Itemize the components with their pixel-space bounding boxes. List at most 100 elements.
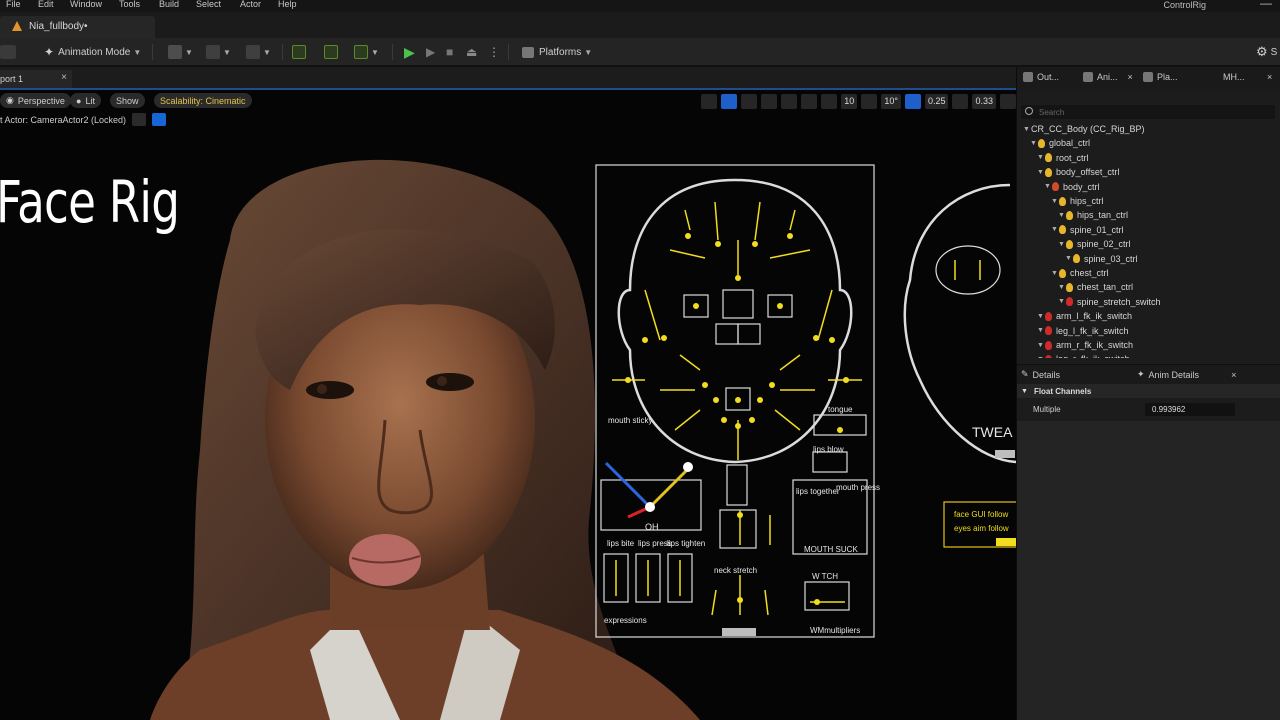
menu-select[interactable]: Select (196, 0, 221, 9)
tree-item[interactable]: ▼ body_offset_ctrl (1037, 165, 1119, 179)
close-icon[interactable]: × (1267, 72, 1272, 82)
rotation-snap-icon[interactable] (861, 93, 878, 109)
save-icon[interactable] (0, 43, 16, 61)
tree-item[interactable]: ▼ spine_stretch_switch (1058, 295, 1161, 309)
step-icon[interactable]: ▶ (426, 43, 435, 61)
scale-icon[interactable] (761, 93, 778, 109)
tree-item[interactable]: ▼ hips_tan_ctrl (1058, 208, 1128, 222)
tree-item[interactable]: ▼ chest_ctrl (1051, 266, 1109, 280)
tree-item[interactable]: ▼ leg_l_fk_ik_switch (1037, 324, 1129, 338)
debug-button[interactable]: ▼ (354, 43, 379, 61)
tree-item[interactable]: ▼ global_ctrl (1030, 136, 1090, 150)
menu-actor[interactable]: Actor (240, 0, 261, 9)
rig-label-neck-stretch: neck stretch (714, 566, 757, 575)
tab-anim-details[interactable]: ✦ Anim Details × (1137, 369, 1236, 380)
show-label: Show (116, 95, 139, 106)
eject-icon[interactable]: ⏏ (466, 43, 477, 61)
cinematics-button[interactable]: ▼ (246, 43, 271, 61)
viewport-layout-icon[interactable] (1000, 93, 1016, 109)
tab-outliner[interactable]: Out... (1023, 72, 1059, 82)
select-icon[interactable] (701, 93, 718, 109)
blueprint-button[interactable]: ▼ (206, 43, 231, 61)
platforms-dropdown[interactable]: Platforms ▼ (522, 43, 592, 61)
settings-button[interactable]: ⚙ S (1256, 43, 1277, 61)
control-icon (1038, 138, 1045, 148)
tab-animation-outliner[interactable]: Ani... × (1083, 72, 1133, 82)
tree-item[interactable]: ▼ body_ctrl (1044, 180, 1100, 194)
scalability-warning[interactable]: Scalability: Cinematic (154, 93, 252, 108)
tree-expand-icon[interactable]: ▼ (1051, 270, 1059, 277)
simulation-button[interactable] (324, 43, 338, 61)
tree-expand-icon[interactable]: ▼ (1037, 356, 1045, 358)
menu-edit[interactable]: Edit (38, 0, 54, 9)
tree-expand-icon[interactable]: ▼ (1051, 226, 1059, 233)
close-icon[interactable]: × (1231, 370, 1236, 380)
grid-snap-icon[interactable] (821, 93, 838, 109)
play-icon[interactable]: ▶ (404, 43, 415, 61)
multiple-value-field[interactable]: 0.993962 (1145, 403, 1235, 416)
tree-item[interactable]: ▼ root_ctrl (1037, 151, 1089, 165)
viewport-tab[interactable]: port 1 × (0, 70, 72, 89)
rotation-snap-value[interactable]: 10° (881, 93, 901, 109)
tree-item[interactable]: ▼ chest_tan_ctrl (1058, 280, 1133, 294)
tree-item[interactable]: ▼ spine_01_ctrl (1051, 223, 1124, 237)
tab-metahuman[interactable]: MH... (1223, 72, 1245, 82)
stop-icon[interactable]: ■ (446, 43, 453, 61)
level-viewport[interactable]: mouth sticky tongue lips blow OH lips to… (0, 90, 1016, 720)
surface-snap-icon[interactable] (801, 93, 818, 109)
tree-expand-icon[interactable]: ▼ (1037, 169, 1045, 176)
menu-help[interactable]: Help (278, 0, 297, 9)
compile-button[interactable] (292, 43, 306, 61)
tree-item[interactable]: ▼ arm_l_fk_ik_switch (1037, 309, 1132, 323)
tab-details[interactable]: ✎ Details (1021, 369, 1060, 380)
animation-mode-dropdown[interactable]: ✦ Animation Mode ▼ (44, 43, 141, 61)
tree-expand-icon[interactable]: ▼ (1037, 327, 1045, 334)
rotate-icon[interactable] (741, 93, 758, 109)
tree-expand-icon[interactable]: ▼ (1058, 212, 1066, 219)
minimize-icon[interactable]: — (1260, 0, 1272, 10)
tree-expand-icon[interactable]: ▼ (1037, 342, 1045, 349)
tab-place-actors[interactable]: Pla... (1143, 72, 1178, 82)
tree-item[interactable]: ▼ arm_r_fk_ik_switch (1037, 338, 1133, 352)
outliner-search-input[interactable]: Search (1021, 105, 1275, 119)
more-options-icon[interactable]: ⋮ (488, 43, 500, 61)
translate-icon[interactable] (721, 93, 738, 109)
menu-tools[interactable]: Tools (119, 0, 140, 9)
menu-window[interactable]: Window (70, 0, 102, 9)
tree-expand-icon[interactable]: ▼ (1058, 241, 1066, 248)
menu-build[interactable]: Build (159, 0, 179, 9)
tree-expand-icon[interactable]: ▼ (1037, 313, 1045, 320)
add-content-button[interactable]: ▼ (168, 43, 193, 61)
tab-details-label: Details (1032, 369, 1061, 380)
tree-expand-icon[interactable]: ▼ (1023, 126, 1031, 133)
tree-expand-icon[interactable]: ▼ (1058, 298, 1066, 305)
perspective-dropdown[interactable]: ◉ Perspective (0, 93, 71, 108)
tree-expand-icon[interactable]: ▼ (1037, 154, 1045, 161)
camera-lock-icon[interactable] (152, 113, 167, 126)
scale-snap-value[interactable]: 0.25 (924, 93, 949, 109)
platforms-label: Platforms (539, 46, 582, 58)
tree-expand-icon[interactable]: ▼ (1058, 284, 1066, 291)
grid-snap-value[interactable]: 10 (841, 93, 858, 109)
tree-expand-icon[interactable]: ▼ (1044, 183, 1052, 190)
scale-snap-icon[interactable] (904, 93, 921, 109)
document-tab[interactable]: Nia_fullbody• (0, 16, 155, 38)
tree-item[interactable]: ▼ hips_ctrl (1051, 194, 1104, 208)
eject-pilot-icon[interactable] (132, 113, 147, 126)
camera-speed-value[interactable]: 0.33 (972, 93, 996, 109)
close-icon[interactable]: × (1128, 72, 1133, 82)
tree-expand-icon[interactable]: ▼ (1051, 198, 1059, 205)
close-icon[interactable]: × (61, 72, 67, 83)
tree-item[interactable]: ▼ leg_r_fk_ik_switch (1037, 352, 1130, 358)
tree-expand-icon[interactable]: ▼ (1065, 255, 1073, 262)
tree-expand-icon[interactable]: ▼ (1030, 140, 1038, 147)
lit-dropdown[interactable]: ● Lit (70, 93, 101, 108)
tree-item[interactable]: ▼ spine_02_ctrl (1058, 237, 1131, 251)
menu-file[interactable]: File (6, 0, 21, 9)
float-channels-header[interactable]: ▼ Float Channels (1017, 384, 1280, 398)
coordinate-space-icon[interactable] (781, 93, 798, 109)
tree-item[interactable]: ▼ spine_03_ctrl (1065, 252, 1138, 266)
camera-speed-icon[interactable] (952, 93, 969, 109)
tree-item[interactable]: ▼ CR_CC_Body (CC_Rig_BP) (1023, 122, 1145, 136)
show-dropdown[interactable]: Show (110, 93, 145, 108)
